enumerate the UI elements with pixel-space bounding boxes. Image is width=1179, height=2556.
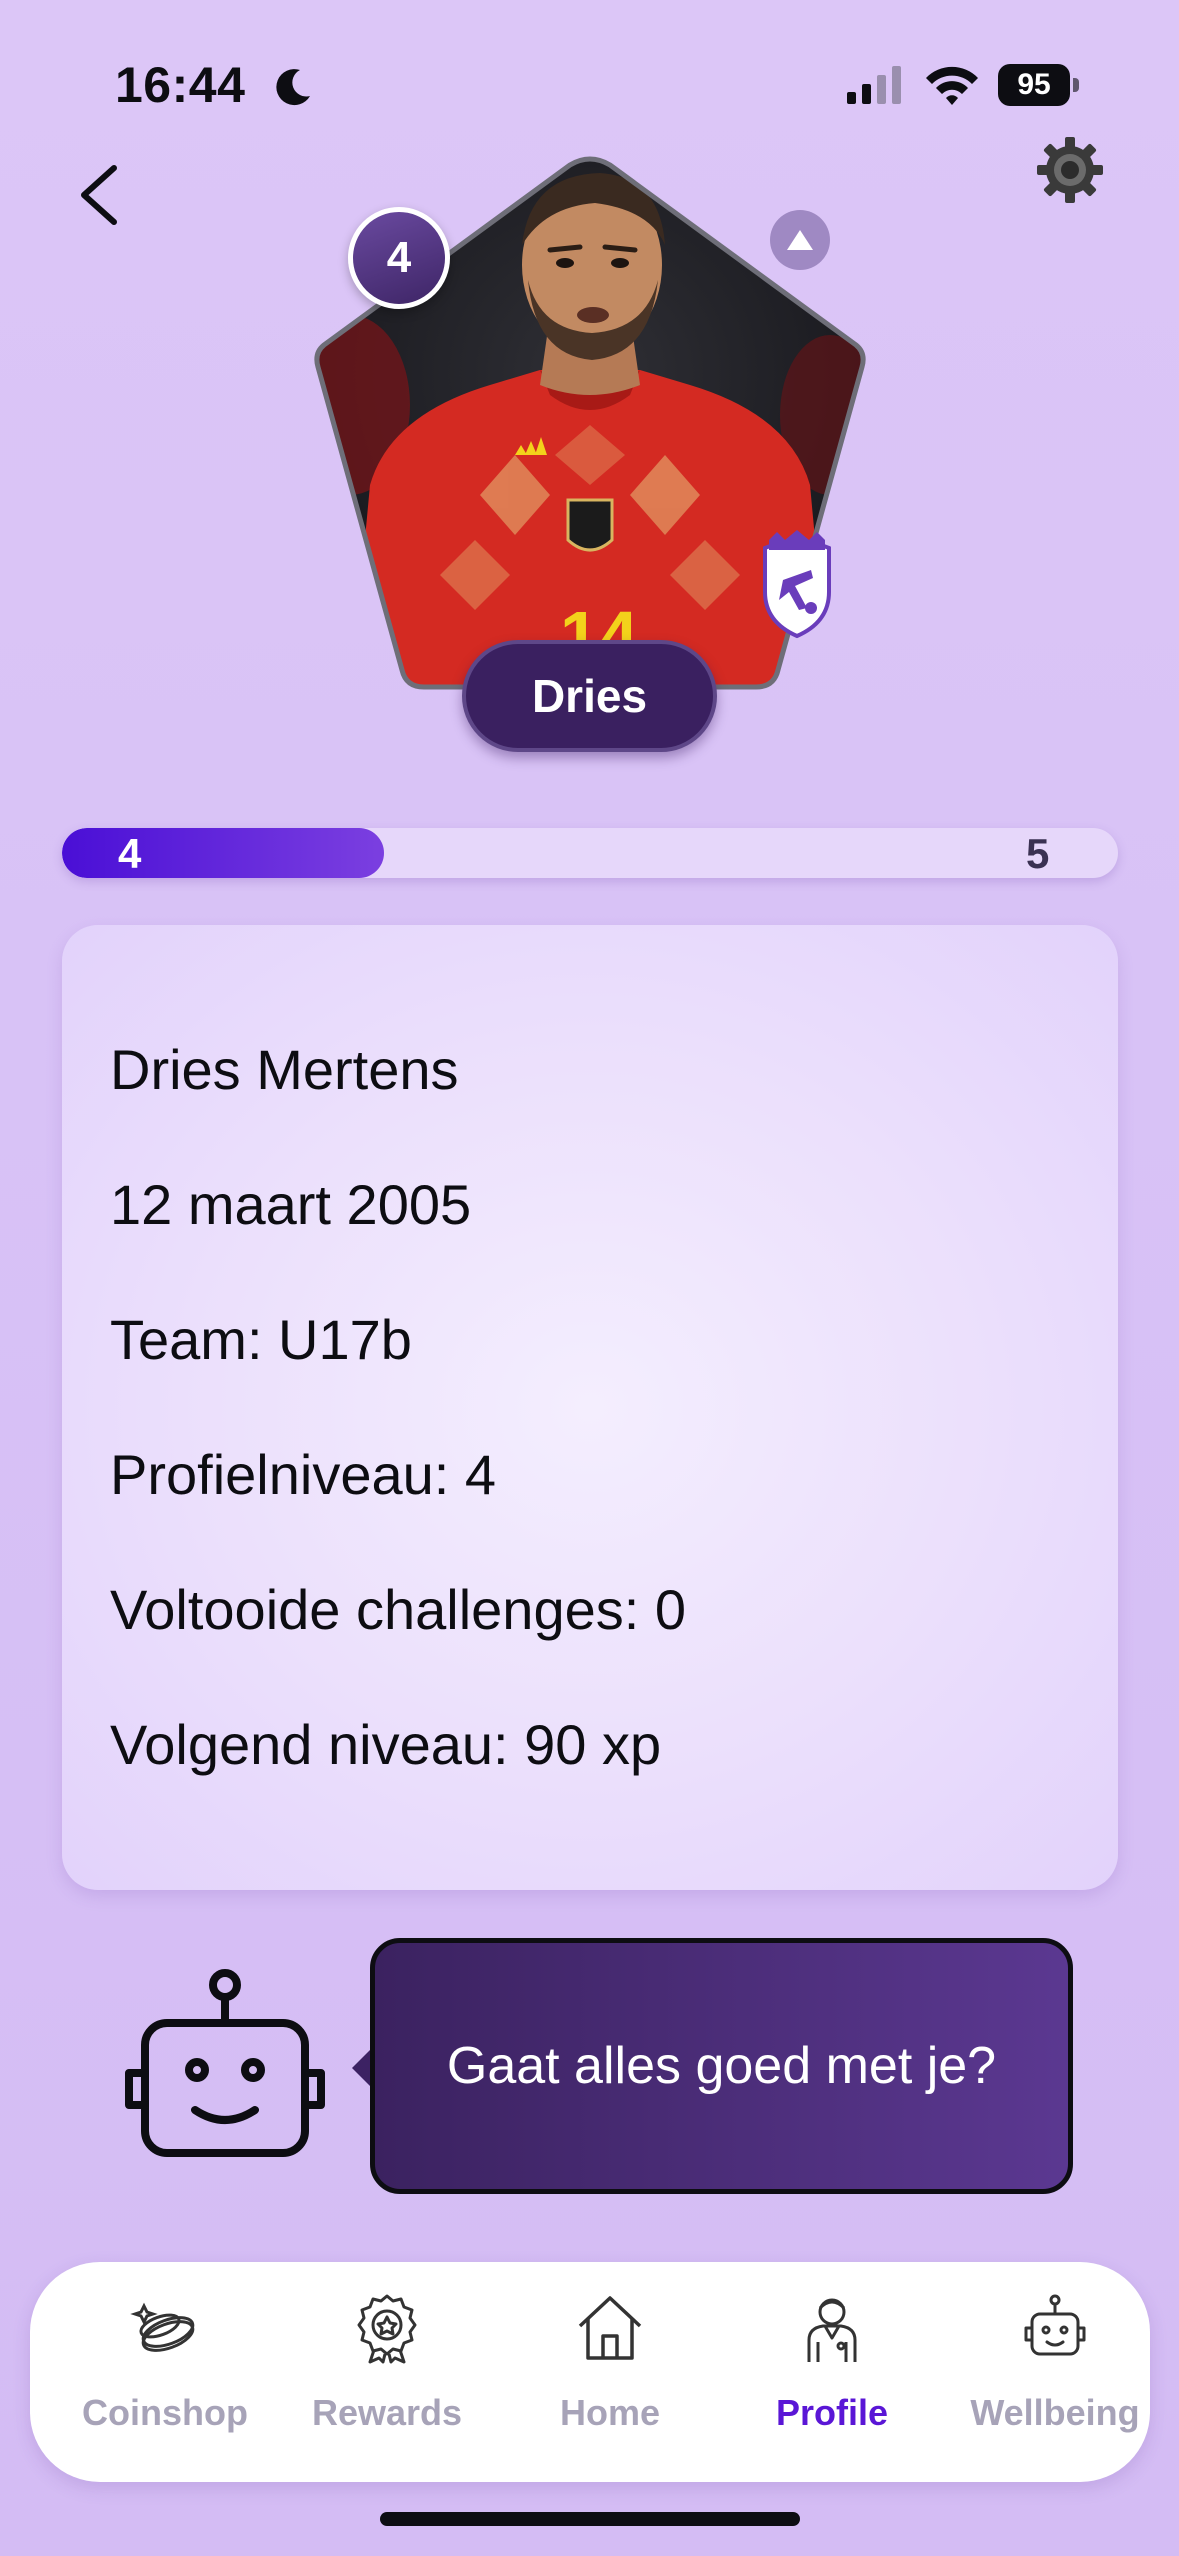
player-birthdate: 12 maart 2005: [110, 1173, 472, 1236]
home-icon: [578, 2296, 642, 2360]
profile-info-card: Dries Mertens 12 maart 2005 Team: U17b P…: [62, 925, 1118, 1890]
level-badge: 4: [348, 207, 450, 309]
player-icon: [807, 2298, 857, 2362]
profile-level: Profielniveau: 4: [110, 1443, 497, 1506]
tab-wellbeing[interactable]: Wellbeing: [945, 2292, 1165, 2462]
bottom-tab-bar: Coinshop Rewards Home Profile Wellbeing: [30, 2262, 1150, 2482]
moon-icon: [276, 69, 310, 106]
next-level-xp: Volgend niveau: 90 xp: [110, 1713, 662, 1776]
tab-label: Home: [559, 2392, 661, 2433]
status-time: 16:44: [115, 57, 246, 113]
cellular-signal-icon: [847, 66, 901, 104]
arrow-up-icon: [787, 230, 813, 250]
chat-bubble[interactable]: Gaat alles goed met je?: [370, 1938, 1073, 2194]
back-button[interactable]: [70, 160, 130, 230]
status-bar: 16:44 95: [0, 0, 1179, 170]
progress-next-level: 5: [1026, 830, 1050, 877]
gear-icon[interactable]: [1035, 135, 1105, 205]
player-name-pill: Dries: [462, 640, 717, 752]
home-indicator: [380, 2512, 800, 2526]
player-team: Team: U17b: [110, 1308, 412, 1371]
robot-icon: [1024, 2294, 1086, 2356]
tab-label: Wellbeing: [970, 2392, 1140, 2433]
tab-home[interactable]: Home: [500, 2292, 720, 2462]
tab-rewards[interactable]: Rewards: [277, 2292, 497, 2462]
level-up-button[interactable]: [770, 210, 830, 270]
wifi-icon: [926, 66, 978, 105]
level-progress-bar: [62, 828, 1118, 878]
robot-icon[interactable]: [115, 1965, 335, 2165]
player-full-name: Dries Mertens: [110, 1038, 459, 1101]
tab-label: Rewards: [311, 2392, 463, 2433]
battery-tip: [1073, 78, 1079, 92]
level-progress-fill: [62, 828, 385, 878]
completed-challenges: Voltooide challenges: 0: [110, 1578, 686, 1641]
coins-icon: [130, 2302, 195, 2352]
chat-message: Gaat alles goed met je?: [446, 2037, 997, 2095]
battery-level: 95: [998, 64, 1070, 106]
progress-current-level: 4: [118, 830, 142, 877]
medal-icon: [357, 2294, 417, 2364]
tab-label: Coinshop: [82, 2392, 248, 2433]
club-crest-icon: [763, 530, 831, 639]
tab-coinshop[interactable]: Coinshop: [55, 2292, 275, 2462]
tab-profile[interactable]: Profile: [722, 2292, 942, 2462]
battery-indicator: 95: [998, 64, 1080, 106]
tab-label: Profile: [775, 2392, 889, 2433]
